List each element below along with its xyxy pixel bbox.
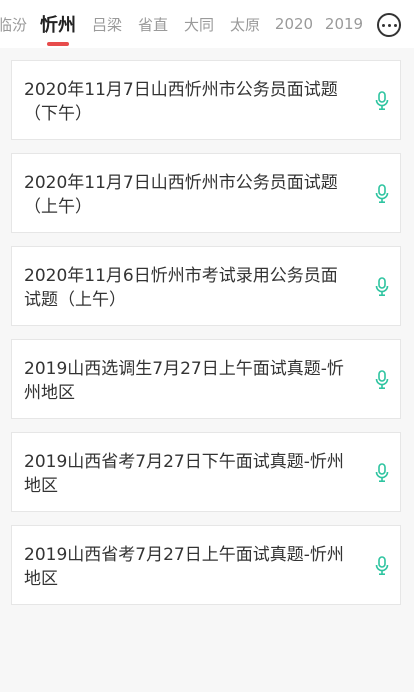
- microphone-icon[interactable]: [374, 277, 390, 297]
- microphone-icon[interactable]: [374, 370, 390, 390]
- list-item[interactable]: 2019山西省考7月27日上午面试真题-忻州地区: [11, 525, 401, 605]
- list-item-title: 2020年11月7日山西忻州市公务员面试题（上午）: [24, 173, 338, 217]
- tab-datong[interactable]: 大同: [182, 0, 216, 48]
- list-item[interactable]: 2019山西省考7月27日下午面试真题-忻州地区: [11, 432, 401, 512]
- list-item[interactable]: 2020年11月7日山西忻州市公务员面试题（上午）: [11, 153, 401, 233]
- active-tab-indicator: [47, 42, 69, 46]
- microphone-icon[interactable]: [374, 91, 390, 111]
- microphone-icon[interactable]: [374, 556, 390, 576]
- tab-taiyuan[interactable]: 太原: [228, 0, 262, 48]
- microphone-icon[interactable]: [374, 463, 390, 483]
- list-item[interactable]: 2020年11月6日忻州市考试录用公务员面试题（上午）: [11, 246, 401, 326]
- list-item-title: 2020年11月7日山西忻州市公务员面试题（下午）: [24, 80, 338, 124]
- list-item-title: 2019山西选调生7月27日上午面试真题-忻州地区: [24, 359, 344, 403]
- tab-xinzhou[interactable]: 忻州: [38, 0, 78, 48]
- list-item-title: 2020年11月6日忻州市考试录用公务员面试题（上午）: [24, 266, 338, 310]
- tab-2019[interactable]: 2019: [324, 0, 364, 48]
- list-item[interactable]: 2020年11月7日山西忻州市公务员面试题（下午）: [11, 60, 401, 140]
- more-options-icon[interactable]: [377, 13, 401, 37]
- microphone-icon[interactable]: [374, 184, 390, 204]
- tab-shengzhi[interactable]: 省直: [136, 0, 170, 48]
- tab-2020[interactable]: 2020: [274, 0, 314, 48]
- list-item-title: 2019山西省考7月27日下午面试真题-忻州地区: [24, 452, 344, 496]
- list-item-title: 2019山西省考7月27日上午面试真题-忻州地区: [24, 545, 344, 589]
- tab-linfen[interactable]: 临汾: [0, 0, 28, 48]
- category-tab-bar: 临汾 忻州 吕梁 省直 大同 太原 2020 2019: [0, 0, 414, 48]
- list-item[interactable]: 2019山西选调生7月27日上午面试真题-忻州地区: [11, 339, 401, 419]
- tab-lvliang[interactable]: 吕梁: [90, 0, 124, 48]
